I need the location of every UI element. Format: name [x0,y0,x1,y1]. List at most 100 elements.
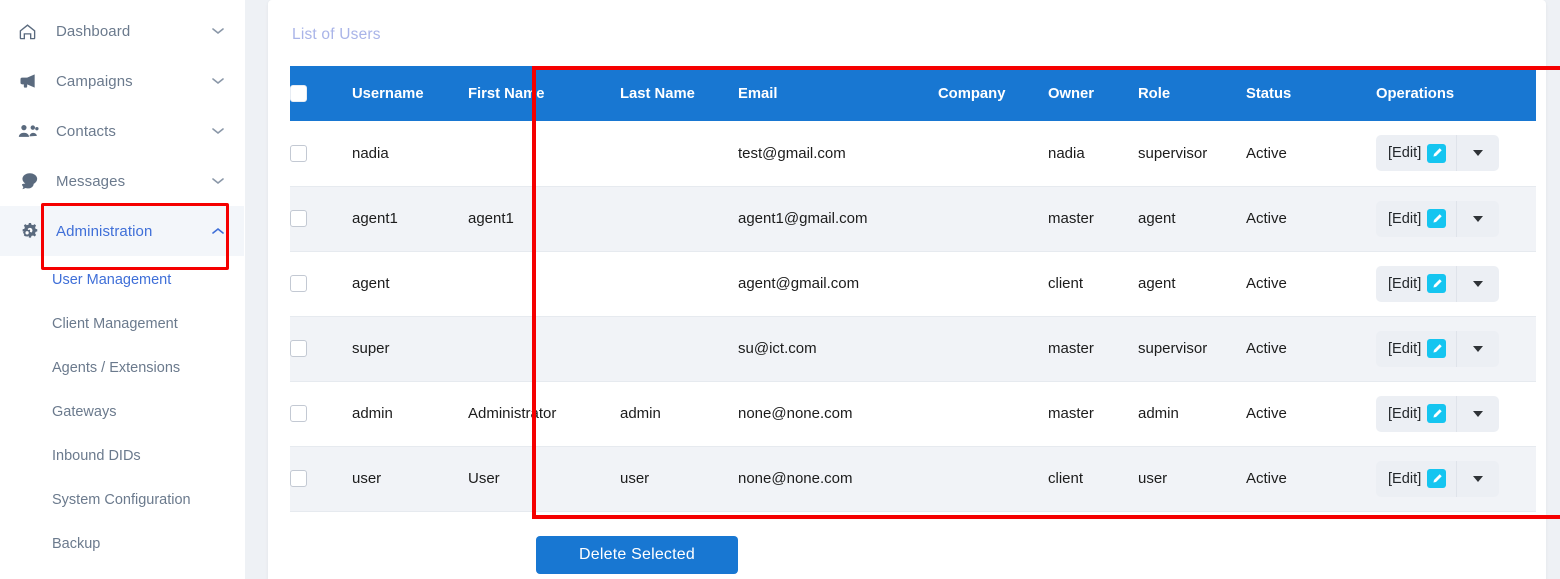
cell-operations: [Edit] [1376,381,1536,447]
cell-username: agent1 [352,186,468,252]
sidebar-item-gateways[interactable]: Gateways [0,390,244,434]
column-header-first-name[interactable]: First Name [468,66,620,121]
edit-button-label: [Edit] [1388,470,1422,487]
column-header-email[interactable]: Email [738,66,938,121]
table-header-row: Username First Name Last Name Email Comp… [290,66,1536,121]
edit-button[interactable]: [Edit] [1376,200,1458,237]
chevron-down-icon[interactable] [210,77,226,85]
subnav-label: Inbound DIDs [52,448,141,464]
operations-dropdown-toggle[interactable] [1457,266,1499,302]
cell-last-name [620,186,738,252]
sidebar-item-label: Messages [56,172,126,190]
sidebar-item-client-management[interactable]: Client Management [0,302,244,346]
column-header-company[interactable]: Company [938,66,1048,121]
row-select-checkbox[interactable] [290,275,307,293]
chevron-down-icon [1473,345,1484,352]
megaphone-icon [18,71,44,91]
cell-username: super [352,316,468,382]
cell-role: supervisor [1138,121,1246,187]
operations-dropdown-toggle[interactable] [1457,396,1499,432]
delete-selected-button[interactable]: Delete Selected [536,536,738,574]
cell-role: admin [1138,381,1246,447]
chevron-down-icon [1473,475,1484,482]
edit-button[interactable]: [Edit] [1376,265,1458,302]
sidebar-item-user-management[interactable]: User Management [0,258,244,302]
cell-owner: nadia [1048,121,1138,187]
edit-button-label: [Edit] [1388,340,1422,357]
operations-dropdown-toggle[interactable] [1457,135,1499,171]
cell-email: su@ict.com [738,316,938,382]
pencil-icon [1427,274,1447,293]
sidebar-item-system-configuration[interactable]: System Configuration [0,478,244,522]
main-content: List of Users Username First Name Last N… [245,0,1560,579]
row-select-checkbox[interactable] [290,405,307,423]
chevron-down-icon[interactable] [210,177,226,185]
sidebar-item-messages[interactable]: Messages [0,156,244,206]
edit-button[interactable]: [Edit] [1376,135,1458,172]
edit-button[interactable]: [Edit] [1376,395,1458,432]
cell-owner: client [1048,251,1138,317]
operations-dropdown-toggle[interactable] [1457,201,1499,237]
sidebar-item-inbound-dids[interactable]: Inbound DIDs [0,434,244,478]
column-header-last-name[interactable]: Last Name [620,66,738,121]
home-icon [18,22,44,41]
column-header-owner[interactable]: Owner [1048,66,1138,121]
chevron-down-icon [1473,280,1484,287]
sidebar-item-backup[interactable]: Backup [0,522,244,566]
subnav-label: Agents / Extensions [52,360,181,376]
sidebar-item-contacts[interactable]: Contacts [0,106,244,156]
cell-username: nadia [352,121,468,187]
chevron-down-icon[interactable] [210,127,226,135]
operations-button-group: [Edit] [1376,265,1500,302]
select-all-checkbox[interactable] [290,85,307,102]
row-select-cell [290,251,352,317]
row-select-cell [290,121,352,187]
sidebar-item-label: Campaigns [56,72,133,90]
edit-button-label: [Edit] [1388,210,1422,227]
cell-email: none@none.com [738,381,938,447]
row-select-checkbox[interactable] [290,340,307,358]
column-header-role[interactable]: Role [1138,66,1246,121]
operations-dropdown-toggle[interactable] [1457,331,1499,367]
row-select-checkbox[interactable] [290,470,307,488]
sidebar-item-campaigns[interactable]: Campaigns [0,56,244,106]
cell-status: Active [1246,446,1376,512]
operations-dropdown-toggle[interactable] [1457,461,1499,497]
chevron-down-icon[interactable] [210,27,226,35]
row-select-checkbox[interactable] [290,145,307,163]
chevron-down-icon [1473,215,1484,222]
cell-first-name: agent1 [468,186,620,252]
people-icon [18,122,44,140]
cell-owner: client [1048,446,1138,512]
edit-button[interactable]: [Edit] [1376,460,1458,497]
cell-role: user [1138,446,1246,512]
column-header-username[interactable]: Username [352,66,468,121]
cell-status: Active [1246,381,1376,447]
subnav-label: Backup [52,536,101,552]
pencil-icon [1427,339,1447,358]
column-header-status[interactable]: Status [1246,66,1376,121]
cell-operations: [Edit] [1376,316,1536,382]
operations-button-group: [Edit] [1376,200,1500,237]
table-row: agent1 agent1 agent1@gmail.com master agent A… [290,186,1536,252]
chevron-up-icon[interactable] [210,227,226,235]
sidebar-item-dashboard[interactable]: Dashboard [0,6,244,56]
operations-button-group: [Edit] [1376,135,1500,172]
users-table: Username First Name Last Name Email Comp… [290,66,1536,512]
edit-button-label: [Edit] [1388,405,1422,422]
operations-button-group: [Edit] [1376,330,1500,367]
chevron-down-icon [1473,150,1484,157]
row-select-cell [290,316,352,382]
cell-email: test@gmail.com [738,121,938,187]
sidebar-item-administration[interactable]: Administration [0,206,244,256]
cell-status: Active [1246,316,1376,382]
sidebar: Dashboard Campaigns Contacts Messages Ad… [0,0,245,579]
sidebar-item-agents-extensions[interactable]: Agents / Extensions [0,346,244,390]
operations-button-group: [Edit] [1376,395,1500,432]
column-header-operations[interactable]: Operations [1376,66,1536,121]
cell-status: Active [1246,186,1376,252]
users-table-container: Username First Name Last Name Email Comp… [290,66,1536,512]
cell-operations: [Edit] [1376,446,1536,512]
row-select-checkbox[interactable] [290,210,307,228]
edit-button[interactable]: [Edit] [1376,330,1458,367]
